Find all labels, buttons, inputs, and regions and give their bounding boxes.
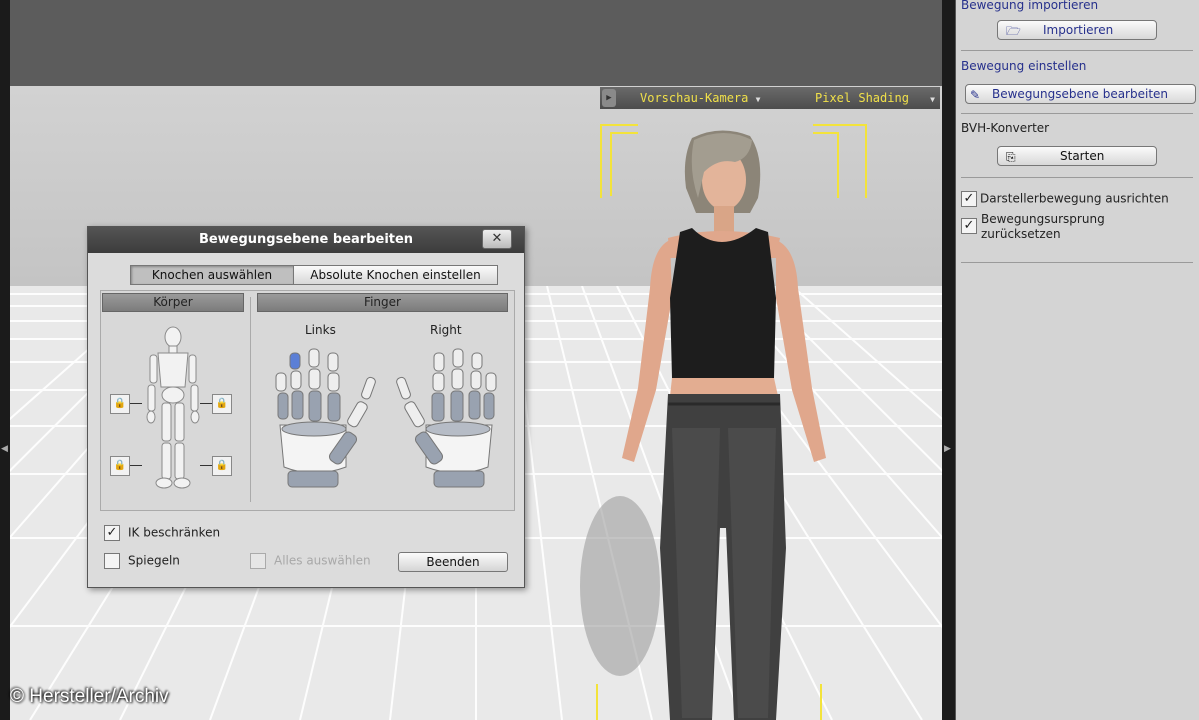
reset-motion-origin-checkbox[interactable]: ✓	[961, 218, 977, 234]
body-header-label: Körper	[153, 295, 193, 309]
start-bvh-button[interactable]: ⎘ Starten	[997, 146, 1157, 166]
toolbar-handle-icon[interactable]: ▶	[602, 89, 616, 107]
edit-motion-layer-dialog: Bewegungsebene bearbeiten ✕ Knochen ausw…	[87, 226, 525, 588]
dialog-titlebar[interactable]: Bewegungsebene bearbeiten	[88, 227, 524, 253]
chevron-down-icon: ▼	[755, 95, 761, 104]
body-mannequin[interactable]	[138, 325, 208, 493]
avatar-figure[interactable]	[600, 128, 840, 720]
edit-motion-layer-button[interactable]: ✎ Bewegungsebene bearbeiten	[965, 84, 1196, 104]
adjust-heading: Bewegung einstellen	[961, 59, 1087, 73]
expand-right-icon[interactable]: ▶	[944, 444, 951, 454]
lock-connector	[130, 403, 142, 404]
finger-header-label: Finger	[364, 295, 401, 309]
right-hand-label: Right	[430, 323, 462, 337]
chevron-down-icon: ▼	[930, 95, 935, 104]
left-hand-diagram[interactable]	[274, 347, 376, 493]
copyright-watermark: © Hersteller/Archiv	[10, 686, 169, 707]
lock-icon[interactable]: 🔒	[212, 456, 232, 476]
close-button[interactable]: ✕	[482, 229, 512, 249]
shading-label: Pixel Shading	[815, 91, 909, 105]
close-icon: ✕	[491, 231, 503, 246]
finger-section-header: Finger	[257, 293, 508, 312]
edit-motion-layer-label: Bewegungsebene bearbeiten	[992, 87, 1169, 101]
tab-absolute-bones-label: Absolute Knochen einstellen	[310, 268, 481, 282]
camera-toolbar: ▶ Vorschau-Kamera ▼ Pixel Shading ▼	[600, 87, 940, 109]
camera-label: Vorschau-Kamera	[640, 91, 749, 105]
tab-absolute-bones[interactable]: Absolute Knochen einstellen	[293, 265, 498, 285]
align-actor-motion-label: Darstellerbewegung ausrichten	[980, 191, 1169, 206]
reset-motion-origin-label-line1: Bewegungsursprung	[981, 212, 1105, 226]
expand-left-icon[interactable]: ◀	[1, 444, 8, 454]
ik-limit-checkbox[interactable]: ✓	[104, 525, 120, 541]
convert-icon: ⎘	[1006, 150, 1016, 164]
sidebar-divider	[961, 177, 1193, 178]
tab-select-bones-label: Knochen auswählen	[151, 268, 273, 282]
lock-icon[interactable]: 🔒	[110, 456, 130, 476]
mirror-label: Spiegeln	[128, 553, 180, 568]
mirror-checkbox[interactable]	[104, 553, 120, 569]
reset-motion-origin-option[interactable]: ✓ Bewegungsursprung zurücksetzen	[961, 212, 1105, 242]
lock-connector	[130, 465, 142, 466]
lock-connector	[200, 465, 212, 466]
edit-pencil-icon: ✎	[970, 88, 981, 102]
camera-dropdown[interactable]: Vorschau-Kamera ▼	[640, 91, 760, 105]
align-actor-motion-option[interactable]: ✓ Darstellerbewegung ausrichten	[961, 191, 1169, 207]
finish-button[interactable]: Beenden	[398, 552, 508, 572]
align-actor-motion-checkbox[interactable]: ✓	[961, 191, 977, 207]
select-all-option: Alles auswählen	[250, 553, 371, 569]
right-sidebar: Bewegung importieren 🗁 Importieren Beweg…	[955, 0, 1199, 720]
import-button-label: Importieren	[1043, 23, 1114, 37]
bvh-heading: BVH-Konverter	[961, 121, 1050, 135]
mirror-option[interactable]: Spiegeln	[104, 553, 180, 569]
body-section-header: Körper	[102, 293, 244, 312]
start-bvh-label: Starten	[1060, 149, 1105, 163]
select-all-label: Alles auswählen	[274, 553, 371, 568]
sidebar-divider	[961, 113, 1193, 114]
tab-select-bones[interactable]: Knochen auswählen	[130, 265, 294, 285]
right-hand-diagram[interactable]	[396, 347, 498, 493]
shading-dropdown[interactable]: Pixel Shading ▼	[815, 91, 935, 105]
select-all-checkbox	[250, 553, 266, 569]
section-divider	[250, 297, 251, 502]
import-heading: Bewegung importieren	[961, 0, 1099, 12]
viewport-top-area	[10, 0, 942, 86]
folder-open-icon: 🗁	[1006, 24, 1021, 38]
reset-motion-origin-label-line2: zurücksetzen	[981, 227, 1061, 241]
finish-label: Beenden	[426, 555, 480, 569]
lock-icon[interactable]: 🔒	[212, 394, 232, 414]
left-panel-edge[interactable]: ◀	[0, 0, 10, 720]
left-hand-label: Links	[305, 323, 336, 337]
sidebar-divider	[961, 50, 1193, 51]
dialog-title: Bewegungsebene bearbeiten	[198, 232, 414, 247]
lock-connector	[200, 403, 212, 404]
sidebar-divider	[961, 262, 1193, 263]
ik-limit-label: IK beschränken	[128, 525, 221, 540]
ik-limit-option[interactable]: ✓ IK beschränken	[104, 525, 220, 541]
lock-icon[interactable]: 🔒	[110, 394, 130, 414]
import-button[interactable]: 🗁 Importieren	[997, 20, 1157, 40]
right-panel-edge[interactable]: ▶	[942, 0, 955, 720]
